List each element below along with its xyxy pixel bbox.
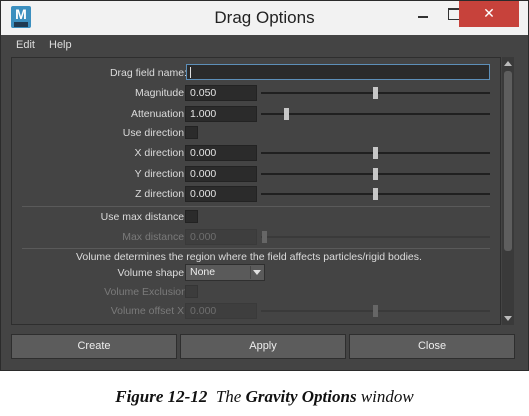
scroll-up-icon[interactable] <box>504 61 512 66</box>
close-button[interactable]: Close <box>349 334 515 359</box>
magnitude-label: Magnitude: <box>135 87 187 99</box>
y-direction-label: Y direction: <box>134 168 187 180</box>
volume-exclusion-label: Volume Exclusion <box>104 286 187 298</box>
figure-caption: Figure 12-12 The Gravity Options window <box>0 387 529 407</box>
drag-field-name-label: Drag field name: <box>109 67 187 79</box>
scroll-down-icon[interactable] <box>504 316 512 321</box>
volume-offset-x-slider-handle <box>373 305 378 317</box>
magnitude-input[interactable]: 0.050 <box>185 85 257 101</box>
caption-window-name: Gravity Options <box>245 387 357 406</box>
volume-exclusion-checkbox <box>185 285 198 298</box>
vertical-scrollbar[interactable] <box>502 57 514 325</box>
section-divider <box>22 206 490 207</box>
max-distance-slider-handle <box>262 231 267 243</box>
attenuation-slider-track[interactable] <box>261 113 490 115</box>
close-icon: ✕ <box>483 6 495 22</box>
close-window-button[interactable]: ✕ <box>459 1 519 27</box>
menu-bar: Edit Help <box>1 35 528 57</box>
attenuation-label: Attenuation: <box>130 108 187 120</box>
use-max-distance-label: Use max distance: <box>100 211 187 223</box>
volume-info-text: Volume determines the region where the f… <box>76 251 422 263</box>
x-direction-slider-handle[interactable] <box>373 147 378 159</box>
attenuation-slider-handle[interactable] <box>284 108 289 120</box>
text-caret <box>190 67 191 78</box>
chevron-down-icon <box>253 270 261 275</box>
caption-suffix: window <box>360 387 414 406</box>
magnitude-slider-handle[interactable] <box>373 87 378 99</box>
attenuation-input[interactable]: 1.000 <box>185 106 257 122</box>
caption-figure-number: Figure 12-12 <box>115 387 208 406</box>
volume-shape-dropdown[interactable]: None <box>185 264 265 281</box>
volume-offset-x-label: Volume offset X: <box>110 305 187 317</box>
x-direction-label: X direction: <box>134 147 187 159</box>
z-direction-label: Z direction: <box>135 188 187 200</box>
scrollbar-thumb[interactable] <box>504 71 512 251</box>
minimize-icon <box>418 16 428 18</box>
max-distance-label: Max distance: <box>122 231 187 243</box>
x-direction-input[interactable]: 0.000 <box>185 145 257 161</box>
minimize-button[interactable] <box>406 1 440 27</box>
menu-edit[interactable]: Edit <box>16 39 35 51</box>
title-bar[interactable]: M Drag Options ✕ <box>1 1 528 35</box>
z-direction-input[interactable]: 0.000 <box>185 186 257 202</box>
use-direction-label: Use direction: <box>122 127 187 139</box>
y-direction-input[interactable]: 0.000 <box>185 166 257 182</box>
use-direction-checkbox[interactable] <box>185 126 198 139</box>
apply-button[interactable]: Apply <box>180 334 346 359</box>
menu-help[interactable]: Help <box>49 39 72 51</box>
create-button[interactable]: Create <box>11 334 177 359</box>
max-distance-slider-track <box>261 236 490 238</box>
section-divider <box>22 248 490 249</box>
options-panel: Drag field name: Magnitude: 0.050 Attenu… <box>11 57 501 325</box>
max-distance-input: 0.000 <box>185 229 257 245</box>
z-direction-slider-handle[interactable] <box>373 188 378 200</box>
y-direction-slider-handle[interactable] <box>373 168 378 180</box>
caption-the: The <box>215 387 242 406</box>
volume-shape-label: Volume shape: <box>117 267 187 279</box>
drag-field-name-input[interactable] <box>186 64 490 80</box>
volume-offset-x-input: 0.000 <box>185 303 257 319</box>
use-max-distance-checkbox[interactable] <box>185 210 198 223</box>
